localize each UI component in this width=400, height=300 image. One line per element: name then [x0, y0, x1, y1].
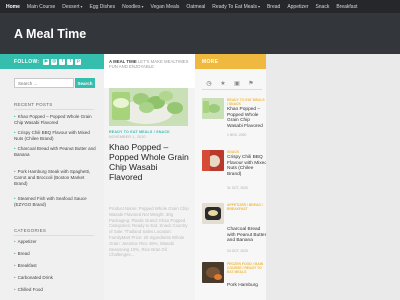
side-post-title[interactable]: Khao Popped – Popped Whole Grain Chip Wa…	[227, 107, 267, 129]
chevron-down-icon: ▾	[80, 4, 83, 9]
nav-item-bread[interactable]: Bread	[267, 4, 280, 10]
side-post-item[interactable]: READY TO EAT MEALS / SNACK Khao Popped –…	[202, 98, 267, 138]
follow-label: FOLLOW:	[14, 58, 40, 65]
post-image[interactable]	[109, 88, 188, 126]
category-item[interactable]: • Appetizer	[14, 239, 94, 244]
chevron-down-icon: ▾	[141, 4, 144, 9]
chevron-down-icon: ▾	[257, 4, 260, 9]
side-post-category[interactable]: APPETIZER / BREAD / BREAKFAST	[227, 203, 265, 211]
side-post-title[interactable]: Pork Hamburg	[227, 283, 267, 289]
top-navigation: Home Main Course Dessert ▾ Egg Dishes Noo…	[0, 0, 400, 13]
post-excerpt: Product Name: Popped Whole Grain Chip Wa…	[109, 206, 189, 258]
clock-icon[interactable]: ◷	[202, 80, 216, 89]
bullet-icon: •	[14, 239, 16, 244]
search-input[interactable]	[14, 78, 74, 88]
side-post-item[interactable]: FROZEN FOOD / MAIN COURSE / READY TO EAT…	[202, 262, 264, 300]
side-post-category[interactable]: FROZEN FOOD / MAIN COURSE / READY TO EAT…	[227, 262, 265, 274]
bullet-icon: •	[14, 263, 16, 268]
bullet-icon: •	[14, 287, 16, 292]
category-item[interactable]: • Chilled Food	[14, 287, 94, 292]
nav-item-oatmeal[interactable]: Oatmeal	[186, 4, 205, 10]
nav-item-vegan-meals[interactable]: Vegan Meals	[150, 4, 179, 10]
post-thumbnail	[202, 98, 224, 119]
nav-item-noodles[interactable]: Noodles ▾	[122, 4, 143, 10]
bullet-icon: •	[14, 196, 16, 201]
main-content: A MEAL TIME LET'S MAKE MEALTIMES FUN AND…	[104, 54, 195, 300]
site-intro: A MEAL TIME LET'S MAKE MEALTIMES FUN AND…	[104, 54, 195, 80]
bullet-icon: •	[14, 169, 16, 174]
follow-bar: FOLLOW: ▶ ◎ f t p	[0, 54, 104, 69]
bullet-icon: •	[14, 130, 16, 135]
left-sidebar: FOLLOW: ▶ ◎ f t p Search RECENT POSTS •K…	[0, 54, 104, 300]
category-item[interactable]: • Bread	[14, 251, 94, 256]
recent-post-item[interactable]: • Charcoal Bread with Peanut Butter and B…	[14, 146, 98, 158]
post-date: NOVEMBER 1, 2020	[109, 135, 146, 139]
package-image	[112, 92, 130, 120]
star-icon[interactable]: ★	[216, 80, 230, 89]
page: Home Main Course Dessert ▾ Egg Dishes Noo…	[0, 0, 400, 300]
recent-post-item[interactable]: • Crispy Chili BBQ Flavour with Mixed Nut…	[14, 130, 98, 142]
more-bar: MORE	[195, 54, 266, 69]
post-thumbnail	[202, 262, 224, 283]
site-title[interactable]: A Meal Time	[14, 27, 106, 42]
category-item[interactable]: • Breakfast	[14, 263, 94, 268]
tags-icon[interactable]: ⚑	[244, 80, 258, 89]
comments-icon[interactable]: ▣	[230, 80, 244, 89]
post-thumbnail	[202, 150, 224, 171]
side-post-date: 24 OCT, 2020	[227, 249, 248, 253]
more-label: MORE	[202, 58, 219, 65]
recent-post-item[interactable]: • Khao Popped – Popped Whole Grain Chip W…	[14, 114, 98, 126]
side-post-category[interactable]: SNACK	[227, 150, 265, 154]
instagram-icon[interactable]: ◎	[51, 58, 58, 65]
bullet-icon: •	[14, 251, 16, 256]
page-background	[266, 54, 400, 300]
nav-item-appetizer[interactable]: Appetizer	[287, 4, 308, 10]
category-item[interactable]: • Carbonated Drink	[14, 275, 94, 280]
post-thumbnail	[202, 203, 224, 224]
nav-item-egg-dishes[interactable]: Egg Dishes	[90, 4, 116, 10]
recent-post-item[interactable]: • Steamed Fish with Seafood Sauce (EZYGO …	[14, 196, 98, 208]
site-header: A Meal Time	[0, 13, 400, 54]
search-button[interactable]: Search	[75, 78, 95, 88]
side-post-date: 1 NOV, 2020	[227, 133, 247, 137]
right-sidebar: MORE ◷ ★ ▣ ⚑ READY TO EAT MEALS / SNACK …	[195, 54, 267, 300]
bullet-icon: •	[14, 114, 16, 119]
nav-item-breakfast[interactable]: Breakfast	[336, 4, 357, 10]
nav-item-dessert[interactable]: Dessert ▾	[62, 4, 82, 10]
side-post-title[interactable]: Crispy Chili BBQ Flavour with Mixed Nuts…	[227, 155, 267, 177]
side-post-title[interactable]: Charcoal Bread with Peanut Butter and Ba…	[227, 227, 267, 244]
bullet-icon: •	[14, 275, 16, 280]
side-post-item[interactable]: APPETIZER / BREAD / BREAKFAST Charcoal B…	[202, 203, 267, 253]
divider	[14, 235, 94, 236]
facebook-icon[interactable]: f	[59, 58, 66, 65]
nav-item-snack[interactable]: Snack	[315, 4, 329, 10]
recent-posts-title: RECENT POSTS	[14, 102, 53, 107]
divider	[14, 109, 94, 110]
side-post-category[interactable]: READY TO EAT MEALS / SNACK	[227, 98, 265, 106]
post-categories[interactable]: READY TO EAT MEALS / SNACK	[109, 130, 170, 134]
nav-item-main-course[interactable]: Main Course	[27, 4, 55, 10]
side-post-date: 31 OCT, 2020	[227, 186, 248, 190]
nav-item-home[interactable]: Home	[6, 4, 20, 10]
recent-post-item[interactable]: • Pork Hamburg Steak with Spaghetti, Carr…	[14, 169, 98, 187]
side-post-item[interactable]: SNACK Crispy Chili BBQ Flavour with Mixe…	[202, 150, 267, 190]
bullet-icon: •	[14, 146, 16, 151]
nav-item-ready-to-eat-meals[interactable]: Ready To Eat Meals ▾	[212, 4, 260, 10]
post-card: READY TO EAT MEALS / SNACK NOVEMBER 1, 2…	[104, 88, 195, 300]
categories-title: CATEGORIES	[14, 228, 47, 233]
search-form: Search	[14, 78, 95, 88]
intro-site-name: A MEAL TIME	[109, 59, 137, 64]
post-title[interactable]: Khao Popped – Popped Whole Grain Chip Wa…	[109, 142, 191, 182]
pinterest-icon[interactable]: p	[75, 58, 82, 65]
widget-tabs: ◷ ★ ▣ ⚑	[202, 80, 262, 90]
twitter-icon[interactable]: t	[67, 58, 74, 65]
youtube-icon[interactable]: ▶	[43, 58, 50, 65]
